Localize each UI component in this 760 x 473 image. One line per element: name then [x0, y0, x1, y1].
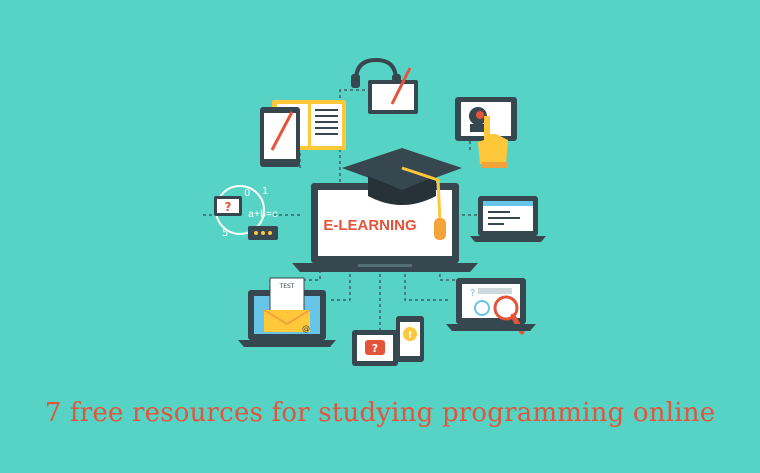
laptop-screen-label: E-LEARNING: [323, 217, 416, 234]
formula-number-5: 5: [222, 228, 228, 239]
test-email-laptop-icon: TEST @: [238, 277, 336, 347]
elearning-illustration: E-LEARNING ? a+b=c 0 1 5 TEST @ ? ! ?: [200, 57, 546, 366]
question-mark-2: ?: [372, 342, 378, 355]
test-sheet-label: TEST: [279, 283, 295, 290]
page-caption: 7 free resources for studying programmin…: [44, 398, 716, 428]
formula-number-1: 1: [262, 186, 268, 197]
question-mark-3: ?: [470, 288, 475, 299]
touch-tablet-icon: [455, 97, 517, 168]
email-symbol: @: [302, 324, 310, 333]
formula-number-0: 0: [244, 188, 250, 199]
search-laptop-icon: ?: [446, 278, 536, 335]
question-devices-icon: ? !: [352, 316, 424, 366]
headphones-screen-icon: [351, 57, 418, 114]
question-mark-1: ?: [225, 200, 232, 214]
formula-text: a+b=c: [248, 209, 278, 221]
code-laptop-icon: [470, 196, 546, 242]
book-tablet-icon: [260, 100, 346, 167]
formula-icon: ? a+b=c 0 1 5: [214, 185, 278, 240]
exclamation-mark: !: [408, 330, 413, 341]
